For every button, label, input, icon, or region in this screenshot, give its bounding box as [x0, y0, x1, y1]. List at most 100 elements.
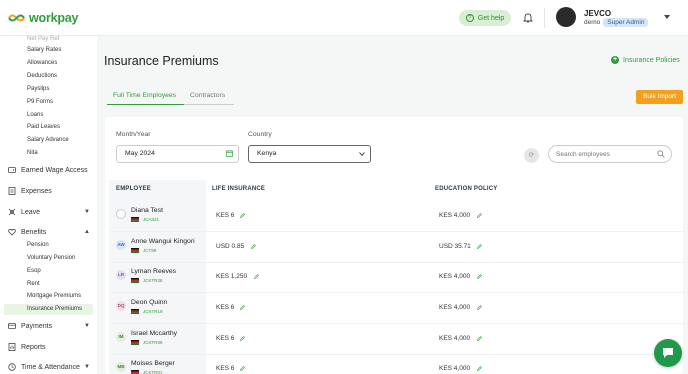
- life-insurance-amount: KES 6: [216, 335, 235, 342]
- education-policy-amount: KES 4,000: [439, 365, 471, 372]
- refresh-icon[interactable]: ⟳: [524, 148, 539, 163]
- logo-text: workpay: [29, 11, 79, 25]
- employee-code: JCKTR09: [143, 340, 163, 345]
- kenya-flag-icon: [131, 340, 139, 345]
- employee-name[interactable]: Moises Berger: [131, 360, 175, 367]
- country-value: Kenya: [257, 150, 277, 157]
- sidebar-item-p9-forms[interactable]: P9 Forms: [27, 99, 53, 105]
- sidebar-item-label: Payments: [21, 322, 53, 330]
- row-divider: [109, 354, 683, 355]
- user-avatar[interactable]: [556, 7, 576, 27]
- get-help-button[interactable]: ? Get help: [459, 10, 511, 26]
- life-insurance-amount: KES 6: [216, 304, 235, 311]
- workpay-logo[interactable]: workpay: [8, 11, 79, 25]
- receipt-icon: [8, 187, 16, 195]
- column-header-employee: EMPLOYEE: [116, 186, 151, 192]
- edit-pencil-icon[interactable]: [240, 305, 245, 310]
- sidebar-item-mortgage-premiums[interactable]: Mortgage Premiums: [27, 293, 81, 299]
- sidebar-item-payments[interactable]: Payments ▼: [8, 322, 90, 330]
- edit-pencil-icon[interactable]: [477, 213, 483, 218]
- logo-mark-icon: [8, 14, 25, 22]
- sidebar-item-label: Earned Wage Access: [21, 166, 88, 174]
- kenya-flag-icon: [131, 278, 139, 283]
- country-select[interactable]: Kenya: [248, 145, 371, 163]
- education-policy-amount: KES 4,000: [439, 335, 471, 342]
- sidebar-item-expenses[interactable]: Expenses: [8, 187, 90, 195]
- edit-pencil-icon[interactable]: [254, 274, 260, 279]
- employee-name[interactable]: Deon Quinn: [131, 299, 167, 306]
- edit-pencil-icon[interactable]: [477, 336, 483, 341]
- sidebar-item-esop[interactable]: Esop: [27, 268, 41, 274]
- edit-pencil-icon[interactable]: [477, 305, 483, 310]
- wallet-icon: [8, 167, 16, 173]
- kenya-flag-icon: [131, 248, 139, 253]
- search-icon[interactable]: [657, 150, 665, 158]
- card-icon: [8, 323, 16, 329]
- sidebar-item-label: Time & Attendance: [21, 363, 80, 371]
- bell-icon[interactable]: [523, 12, 533, 23]
- life-insurance-amount: KES 6: [216, 365, 235, 372]
- search-box: [548, 145, 672, 163]
- sidebar-item-earned-wage-access[interactable]: Earned Wage Access: [8, 166, 90, 174]
- search-input[interactable]: [556, 149, 651, 160]
- life-insurance-amount: KES 6: [216, 212, 235, 219]
- edit-pencil-icon[interactable]: [240, 336, 245, 341]
- get-help-label: Get help: [477, 14, 505, 22]
- sidebar-item-salary-rates[interactable]: Salary Rates: [27, 47, 61, 53]
- employee-code: JCKTR19: [143, 309, 163, 314]
- sidebar-item-payslips[interactable]: Payslips: [27, 86, 49, 92]
- employee-code: JCT99: [143, 248, 157, 253]
- insurance-policies-link[interactable]: + Insurance Policies: [611, 56, 680, 64]
- caret-down-icon: ▼: [84, 323, 90, 329]
- chat-button[interactable]: [654, 339, 682, 367]
- page-title: Insurance Premiums: [104, 54, 219, 68]
- edit-pencil-icon[interactable]: [477, 244, 483, 249]
- month-year-picker[interactable]: May 2024: [116, 145, 239, 163]
- employee-name[interactable]: Lyman Reeves: [131, 268, 176, 275]
- kenya-flag-icon: [131, 370, 139, 374]
- sidebar-item-rent[interactable]: Rent: [27, 281, 40, 287]
- tab-full-time-employees[interactable]: Full Time Employees: [107, 92, 184, 105]
- education-policy-amount: KES 4,000: [439, 304, 471, 311]
- edit-pencil-icon[interactable]: [240, 213, 245, 218]
- life-insurance-amount: USD 0.85: [216, 243, 245, 250]
- edit-pencil-icon[interactable]: [477, 366, 483, 371]
- sidebar-item-allowances[interactable]: Allowances: [27, 60, 57, 66]
- employee-name[interactable]: Diana Test: [131, 207, 163, 214]
- edit-pencil-icon[interactable]: [240, 366, 245, 371]
- sidebar-item-leave[interactable]: Leave ▼: [8, 208, 90, 216]
- sidebar-item-loans[interactable]: Loans: [27, 112, 43, 118]
- edit-pencil-icon[interactable]: [250, 244, 256, 249]
- sidebar-item-insurance-premiums[interactable]: Insurance Premiums: [4, 304, 93, 315]
- caret-up-icon: ▲: [84, 229, 90, 235]
- row-divider: [109, 262, 683, 263]
- sidebar-item-reports[interactable]: Reports: [8, 343, 90, 351]
- tab-contractors[interactable]: Contractors: [184, 92, 234, 105]
- employee-code: JCA321: [143, 217, 160, 222]
- edit-pencil-icon[interactable]: [477, 274, 483, 279]
- user-account: demo: [584, 19, 601, 26]
- chevron-down-icon: [359, 152, 365, 156]
- calendar-icon: [226, 150, 233, 157]
- sidebar-item-pension[interactable]: Pension: [27, 242, 49, 248]
- sidebar-item-voluntary-pension[interactable]: Voluntary Pension: [27, 255, 75, 261]
- employee-avatar: [116, 209, 126, 219]
- sidebar-item-paid-leaves[interactable]: Paid Leaves: [27, 124, 60, 130]
- sidebar-item-truncated[interactable]: Net Pay Ref: [27, 36, 59, 42]
- caret-down-icon: ▼: [84, 209, 90, 215]
- education-policy-amount: KES 4,000: [439, 212, 471, 219]
- sidebar-item-time-attendance[interactable]: Time & Attendance ▼: [8, 363, 90, 371]
- sidebar-item-benefits[interactable]: Benefits ▲: [8, 228, 90, 236]
- bulk-import-button[interactable]: Bulk Import: [636, 90, 683, 104]
- employee-avatar: LR: [116, 270, 126, 280]
- user-menu-chevron-icon[interactable]: [664, 15, 670, 19]
- sidebar-item-salary-advance[interactable]: Salary Advance: [27, 137, 69, 143]
- employee-name[interactable]: Anne Wangui Kingori: [131, 238, 195, 245]
- employee-name[interactable]: Israel Mccarthy: [131, 330, 177, 337]
- sidebar-item-deductions[interactable]: Deductions: [27, 73, 57, 79]
- sidebar-item-nita[interactable]: Nita: [27, 150, 38, 156]
- month-year-value: May 2024: [125, 150, 155, 157]
- caret-down-icon: ▼: [84, 364, 90, 370]
- sidebar-item-label: Leave: [21, 208, 41, 216]
- sidebar-item-label: Benefits: [21, 228, 47, 236]
